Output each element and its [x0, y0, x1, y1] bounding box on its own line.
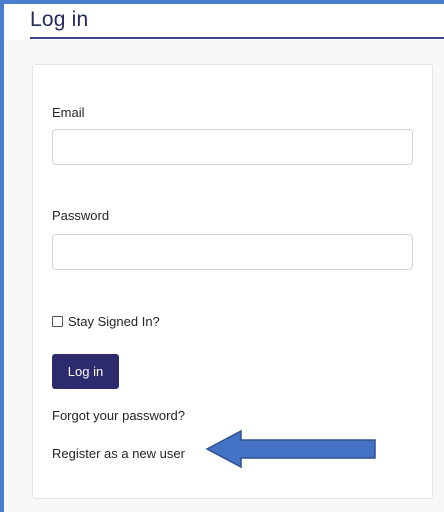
remember-me-checkbox[interactable]	[52, 316, 63, 327]
email-label: Email	[52, 105, 85, 120]
page-title: Log in	[30, 8, 89, 31]
left-arrow-icon	[205, 429, 376, 469]
password-label: Password	[52, 208, 110, 223]
title-underline	[30, 37, 444, 39]
forgot-password-link[interactable]: Forgot your password?	[52, 408, 185, 423]
register-link[interactable]: Register as a new user	[52, 446, 185, 461]
login-button[interactable]: Log in	[52, 354, 119, 389]
password-field[interactable]	[52, 234, 413, 270]
remember-me-label[interactable]: Stay Signed In?	[68, 314, 160, 329]
email-field[interactable]	[52, 129, 413, 165]
remember-me-row[interactable]: Stay Signed In?	[52, 314, 160, 329]
